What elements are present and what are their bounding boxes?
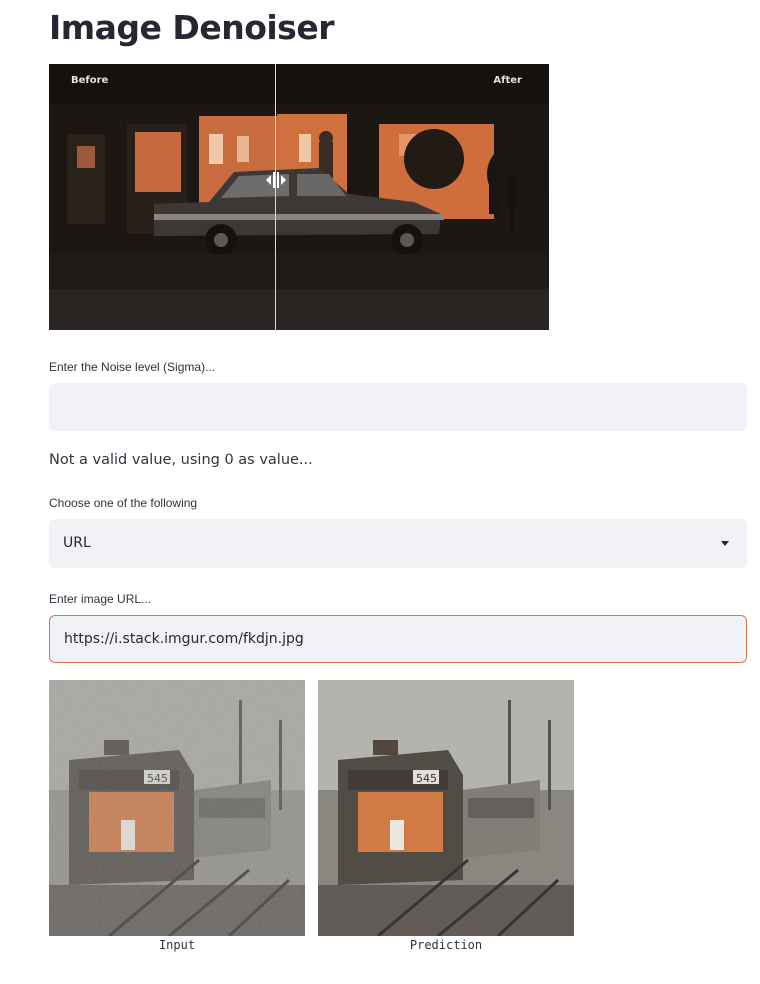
before-label: Before	[71, 75, 109, 86]
noise-level-input[interactable]	[49, 383, 747, 431]
svg-text:545: 545	[416, 772, 437, 785]
street-scene-image	[49, 64, 549, 330]
comparison-divider[interactable]	[275, 64, 276, 330]
source-select-label: Choose one of the following	[49, 496, 198, 510]
validation-message: Not a valid value, using 0 as value...	[49, 452, 313, 468]
prediction-image: 545	[318, 680, 574, 936]
prediction-caption: Prediction	[409, 938, 483, 952]
image-url-label: Enter image URL...	[49, 592, 152, 606]
chevron-down-icon[interactable]	[721, 541, 729, 546]
after-label: After	[493, 75, 522, 86]
input-image: 545	[49, 680, 305, 936]
page-title: Image Denoiser	[49, 8, 334, 47]
slider-handle-icon[interactable]	[264, 171, 288, 189]
input-caption: Input	[158, 938, 196, 952]
image-url-input[interactable]	[49, 615, 747, 663]
source-select-value: URL	[63, 535, 91, 551]
noise-level-label: Enter the Noise level (Sigma)...	[49, 360, 216, 374]
before-after-comparison[interactable]: Before After	[49, 64, 549, 330]
source-select[interactable]: URL	[49, 519, 747, 568]
